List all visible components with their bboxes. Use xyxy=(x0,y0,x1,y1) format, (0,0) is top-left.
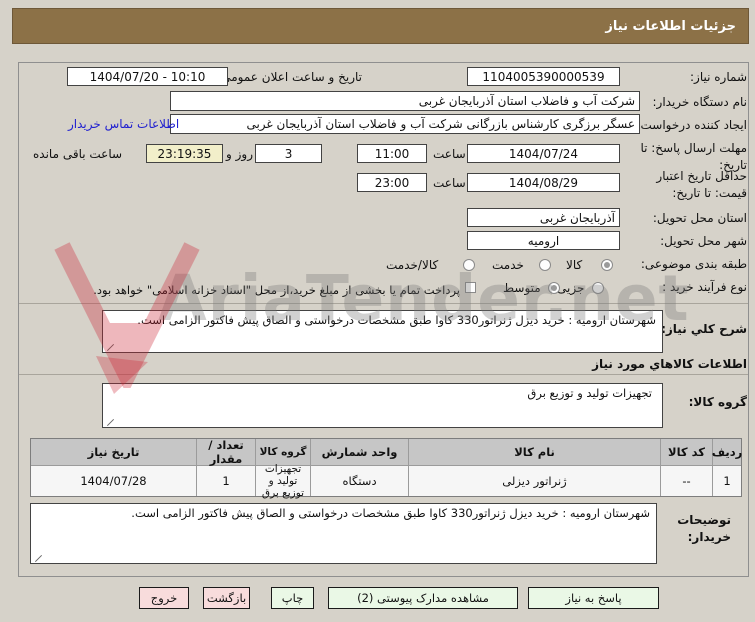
page-title: جزئیات اطلاعات نیاز xyxy=(605,18,736,34)
treasury-checkbox[interactable] xyxy=(465,282,476,293)
cell-quantity: 1 xyxy=(196,466,255,496)
resize-grip-icon[interactable] xyxy=(106,418,115,427)
goods-table-header-row: ردیف کد کالا نام کالا واحد شمارش گروه کا… xyxy=(31,438,742,466)
buyer-contact-link[interactable]: اطلاعات تماس خریدار xyxy=(68,117,179,131)
goods-group-textarea[interactable]: تجهیزات تولید و توزیع برق xyxy=(102,383,663,428)
classification-label: طبقه بندی موضوعی: xyxy=(640,257,747,271)
col-header-group: گروه کالا xyxy=(255,439,310,466)
goods-group-label: گروه کالا: xyxy=(688,395,747,409)
radio-minor-label: جزیی xyxy=(557,281,585,295)
resize-grip-icon[interactable] xyxy=(34,554,43,563)
remaining-days-field[interactable]: 3 xyxy=(255,144,322,163)
deadline-hour-label: ساعت xyxy=(433,147,466,161)
need-number-label: شماره نیاز: xyxy=(690,70,747,84)
col-header-quantity: تعداد / مقدار xyxy=(196,438,255,466)
col-header-unit: واحد شمارش xyxy=(310,439,408,466)
description-label: شرح کلي نياز: xyxy=(661,322,747,336)
radio-goods[interactable] xyxy=(601,259,613,271)
need-details-window: جزئیات اطلاعات نیاز شماره نیاز: 11040053… xyxy=(0,0,755,622)
validity-time-field[interactable]: 23:00 xyxy=(357,173,427,192)
buyer-notes-label: توضیحات خریدار: xyxy=(677,513,731,544)
process-type-label: نوع فرآیند خرید : xyxy=(662,280,747,294)
exit-button[interactable]: خروج xyxy=(139,587,189,609)
radio-goods-service-label: کالا/خدمت xyxy=(386,258,439,272)
cell-group: تجهیزات تولید و توزیع برق xyxy=(255,463,310,499)
goods-section-header: اطلاعات کالاهاي مورد نياز xyxy=(592,357,747,371)
cell-unit: دستگاه xyxy=(310,466,408,496)
radio-minor[interactable] xyxy=(592,282,604,294)
deadline-date-field[interactable]: 1404/07/24 xyxy=(467,144,620,163)
radio-goods-label: کالا xyxy=(566,258,583,272)
announce-datetime-field[interactable]: 1404/07/20 - 10:10 xyxy=(67,67,228,86)
radio-service-label: خدمت xyxy=(492,258,524,272)
buyer-notes-text: شهرستان ارومیه : خرید دیزل ژنراتور330 کا… xyxy=(131,506,650,520)
radio-service[interactable] xyxy=(539,259,551,271)
validity-label: حداقل تاریخ اعتبار قیمت: تا تاریخ: xyxy=(656,169,747,200)
col-header-item-name: نام کالا xyxy=(408,439,660,466)
title-banner: جزئیات اطلاعات نیاز xyxy=(12,8,749,44)
need-number-field[interactable]: 1104005390000539 xyxy=(467,67,620,86)
remaining-time-field: 23:19:35 xyxy=(146,144,223,163)
col-header-row-number: ردیف xyxy=(712,439,742,466)
section-divider xyxy=(19,374,748,375)
validity-date-field[interactable]: 1404/08/29 xyxy=(467,173,620,192)
radio-goods-service[interactable] xyxy=(463,259,475,271)
radio-medium[interactable] xyxy=(548,282,560,294)
cell-item-name: ژنراتور دیزلی xyxy=(408,466,660,496)
back-button[interactable]: بازگشت xyxy=(203,587,250,609)
goods-table: ردیف کد کالا نام کالا واحد شمارش گروه کا… xyxy=(30,438,742,499)
view-attachments-button[interactable]: مشاهده مدارک پیوستی (2) xyxy=(328,587,518,609)
treasury-note: پرداخت تمام یا بخشی از مبلغ خرید،از محل … xyxy=(93,283,460,297)
buyer-org-label: نام دستگاه خریدار: xyxy=(652,95,748,109)
city-label: شهر محل تحویل: xyxy=(660,234,747,248)
days-and-label: روز و xyxy=(226,147,253,161)
creator-field[interactable]: عسگر برزگری کارشناس بازرگانی شرکت آب و ف… xyxy=(170,114,640,134)
resize-grip-icon[interactable] xyxy=(106,343,115,352)
cell-row-number: 1 xyxy=(712,466,741,496)
cell-item-code: -- xyxy=(660,466,712,496)
section-divider xyxy=(19,303,748,304)
city-field[interactable]: ارومیه xyxy=(467,231,620,250)
announce-datetime-label: تاریخ و ساعت اعلان عمومی: xyxy=(217,70,362,84)
radio-medium-label: متوسط xyxy=(503,281,541,295)
validity-hour-label: ساعت xyxy=(433,176,466,190)
description-textarea[interactable]: شهرستان ارومیه : خرید دیزل ژنراتور330 کا… xyxy=(102,310,663,353)
print-button[interactable]: چاپ xyxy=(271,587,314,609)
province-field[interactable]: آذربایجان غربی xyxy=(467,208,620,227)
col-header-item-code: کد کالا xyxy=(660,439,712,466)
goods-table-row: 1 -- ژنراتور دیزلی دستگاه تجهیزات تولید … xyxy=(31,463,741,499)
deadline-time-field[interactable]: 11:00 xyxy=(357,144,427,163)
col-header-need-date: تاریخ نیاز xyxy=(31,439,196,466)
buyer-org-field[interactable]: شرکت آب و فاضلاب استان آذربایجان غربی xyxy=(170,91,640,111)
respond-button[interactable]: پاسخ به نیاز xyxy=(528,587,659,609)
description-text: شهرستان ارومیه : خرید دیزل ژنراتور330 کا… xyxy=(137,313,656,327)
remaining-hours-label: ساعت باقی مانده xyxy=(33,147,123,161)
creator-label: ایجاد کننده درخواست: xyxy=(636,118,747,132)
cell-need-date: 1404/07/28 xyxy=(31,466,196,496)
buyer-notes-textarea[interactable]: شهرستان ارومیه : خرید دیزل ژنراتور330 کا… xyxy=(30,503,657,564)
province-label: استان محل تحویل: xyxy=(652,211,747,225)
goods-group-text: تجهیزات تولید و توزیع برق xyxy=(527,386,652,400)
